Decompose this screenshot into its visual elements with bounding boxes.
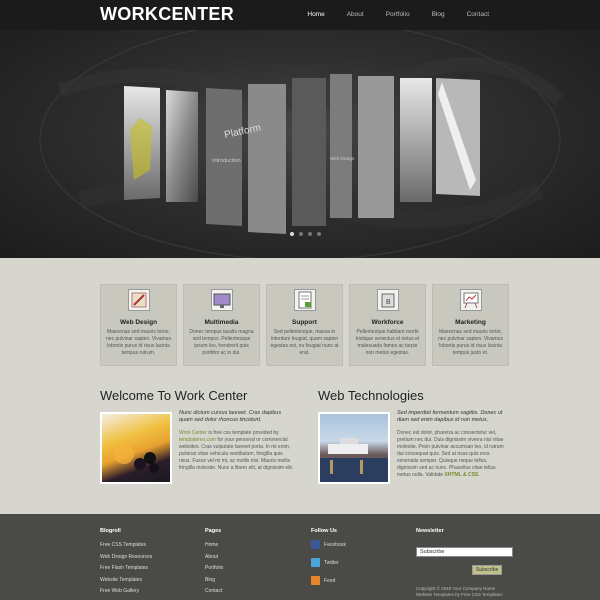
slider-dots [290,232,321,236]
twitter-icon [311,558,320,567]
site-logo[interactable]: WORKCENTER [100,4,234,25]
service-title[interactable]: Workforce [350,319,425,326]
blogroll-link[interactable]: Website Templates [100,575,152,587]
feed-label: Feed [324,577,336,584]
follow-heading: Follow Us [311,528,337,534]
main-nav: Home About Portfolio Blog Contact [296,0,500,30]
pages-column: Pages Home About Portfolio Blog Contact [205,528,223,598]
service-box-workforce: B Workforce Pellentesque habitant morbi … [349,284,426,366]
service-title[interactable]: Web Design [101,319,176,326]
slider-dot-3[interactable] [308,232,312,236]
service-text: Pellentesque habitant morbi tristique se… [355,329,420,356]
blogroll-link[interactable]: Free Flash Templates [100,563,152,575]
svg-text:B: B [386,299,391,306]
tech-lead: Sed imperdiet fermentum sagittis. Donec … [397,410,503,423]
newsletter-email-input[interactable] [416,547,513,557]
slide-text-intro: Introduction [212,158,241,164]
service-box-webdesign: Web Design Maecenas sed mauris tortor, n… [100,284,177,366]
follow-column: Follow Us Facebook Twitter Feed [311,528,346,594]
facebook-icon [311,540,320,549]
nav-contact[interactable]: Contact [456,0,500,30]
service-box-support: Support Sed pellentesque, massa in inter… [266,284,343,366]
easel-chart-icon [459,289,482,311]
briefcase-icon: B [376,289,399,311]
slider-dot-4[interactable] [317,232,321,236]
tech-body: Donec est dolor, pharetra ac consectetur… [397,430,509,479]
welcome-body: Work Center is free css template provide… [179,430,294,472]
service-text: Maecenas sed mauris tortor, nec pulvinar… [438,329,503,356]
document-icon [293,289,316,311]
pages-heading: Pages [205,528,222,534]
feed-link[interactable]: Feed [311,576,346,585]
pages-link[interactable]: Blog [205,575,223,587]
facebook-label: Facebook [324,541,346,548]
service-box-multimedia: Multimedia Donec tempus iaculis magna se… [183,284,260,366]
templatemo-link[interactable]: templatemo.com [179,437,216,443]
work-center-link[interactable]: Work Center [179,430,207,436]
pages-link[interactable]: Portfolio [205,563,223,575]
banner-slider: Platform Introduction Web Design [0,30,600,258]
welcome-text-1: is free css template provided by [206,430,279,436]
twitter-link[interactable]: Twitter [311,558,346,567]
monitor-icon [210,289,233,311]
site-footer: Blogroll Free CSS Templates Web Design R… [0,514,600,600]
service-title[interactable]: Support [267,319,342,326]
tech-title: Web Technologies [318,388,424,403]
site-header: WORKCENTER Home About Portfolio Blog Con… [0,0,600,30]
blogroll-heading: Blogroll [100,528,121,534]
credit-text: Website Templates by Free CSS Templates [416,592,503,597]
welcome-title: Welcome To Work Center [100,388,248,403]
nav-about[interactable]: About [336,0,375,30]
pages-link[interactable]: Home [205,540,223,552]
slider-image: Platform Introduction Web Design [39,30,565,258]
nav-portfolio[interactable]: Portfolio [375,0,421,30]
twitter-label: Twitter [324,559,339,566]
slide-text-webdesign: Web Design [330,156,355,161]
blogroll-link[interactable]: Free Web Gallery [100,586,152,598]
services-row: Web Design Maecenas sed mauris tortor, n… [100,284,510,366]
service-text: Donec tempus iaculis magna sed tempus. P… [189,329,254,356]
service-box-marketing: Marketing Maecenas sed mauris tortor, ne… [432,284,509,366]
service-title[interactable]: Multimedia [184,319,259,326]
service-text: Sed pellentesque, massa in interdum feug… [270,329,339,356]
xhtml-link[interactable]: XHTML [444,472,461,478]
marina-image [318,412,390,484]
tech-text: Donec est dolor, pharetra ac consectetur… [397,430,504,478]
subscribe-button[interactable]: Subscribe [472,565,503,575]
pages-link[interactable]: Contact [205,586,223,598]
service-text: Maecenas sed mauris tortor, nec pulvinar… [106,329,171,356]
facebook-link[interactable]: Facebook [311,540,346,549]
blogroll-link[interactable]: Web Design Resources [100,552,152,564]
tech-end: . [478,472,480,478]
slider-dot-1[interactable] [290,232,294,236]
newsletter-heading: Newsletter [416,528,444,534]
blogroll-column: Blogroll Free CSS Templates Web Design R… [100,528,152,598]
paint-brush-icon [127,289,150,311]
css-link[interactable]: CSS [468,472,478,478]
nav-home[interactable]: Home [296,0,335,30]
nav-blog[interactable]: Blog [421,0,456,30]
pages-link[interactable]: About [205,552,223,564]
welcome-lead: Nunc dictum cursus laoreet. Cras dapibus… [179,410,282,423]
service-title[interactable]: Marketing [433,319,508,326]
blogroll-link[interactable]: Free CSS Templates [100,540,152,552]
fruit-image [100,412,172,484]
slider-panels [124,74,480,234]
newsletter-column: Newsletter Subscribe Copyright © 2048 Yo… [416,528,513,598]
rss-icon [311,576,320,585]
slider-dot-2[interactable] [299,232,303,236]
